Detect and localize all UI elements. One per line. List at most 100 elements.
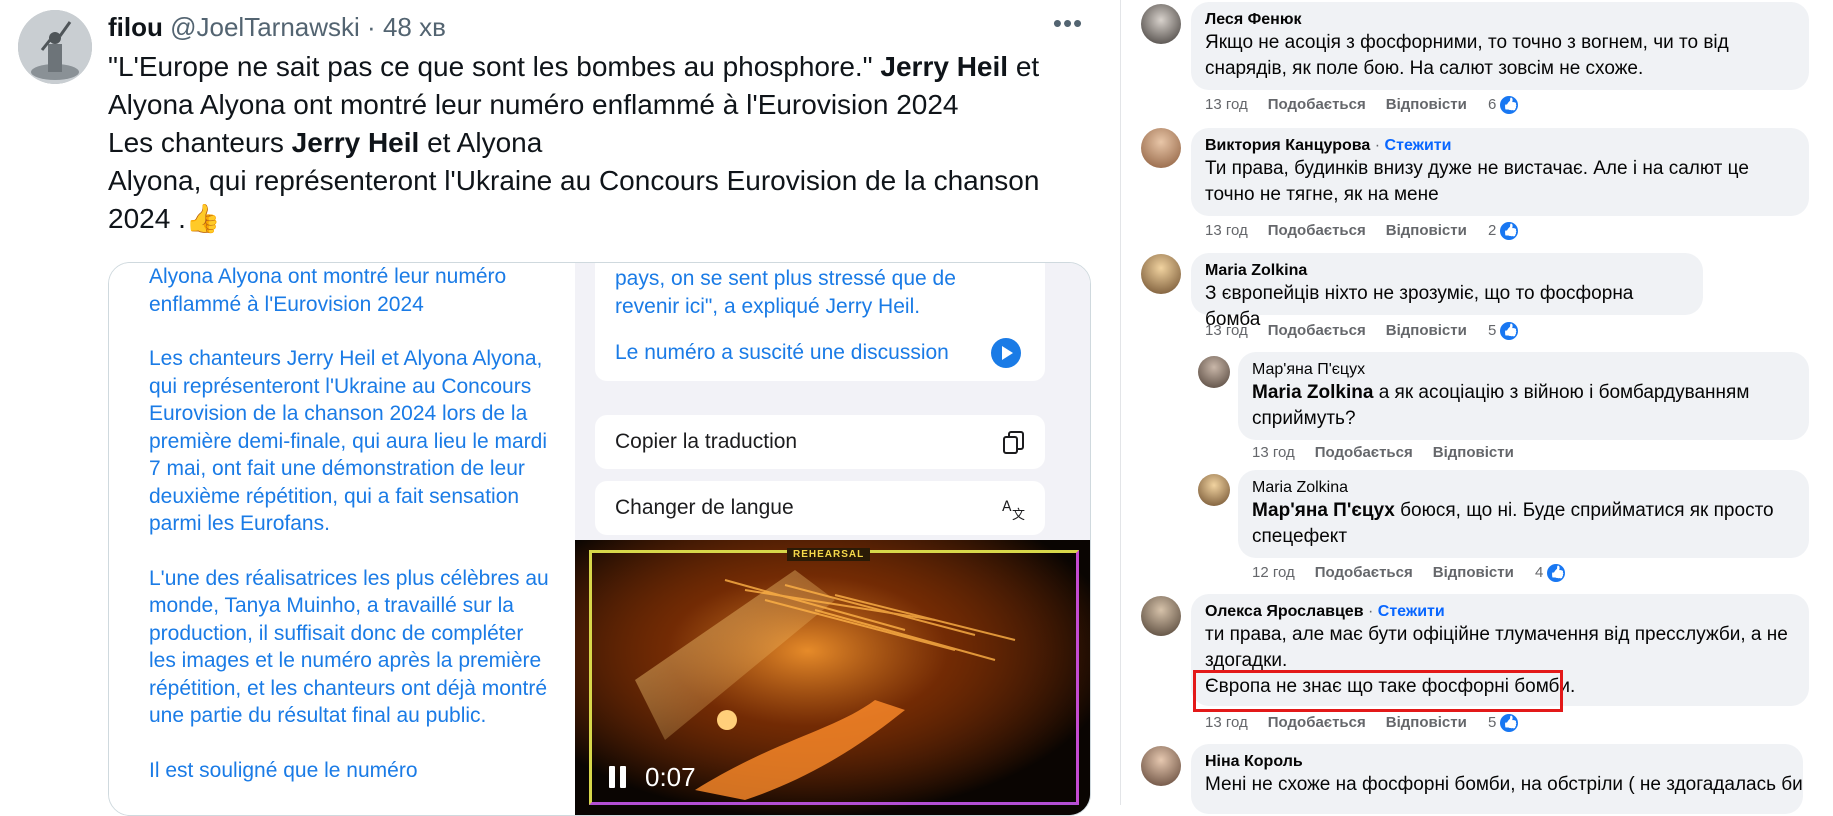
tweet-handle[interactable]: @JoelTarnawski: [170, 12, 360, 42]
like-reaction-icon: [1498, 220, 1521, 243]
reply-bubble: Maria Zolkina Мар'яна П'єцух боюся, що н…: [1238, 470, 1809, 558]
tweet-media-image[interactable]: Alyona Alyona ont montré leur numéro enf…: [108, 262, 1091, 816]
comment-actions: 13 год Подобається Відповісти: [1205, 320, 1487, 342]
translation-card: pays, on se sent plus stressé que de rev…: [595, 263, 1045, 381]
tweet-line-2: Alyona Alyona ont montré leur numéro enf…: [108, 89, 959, 120]
tweet-line-1-bold: Jerry Heil: [880, 51, 1009, 82]
comment-text: Мені не схоже на фосфорні бомби, на обст…: [1205, 774, 1803, 795]
video-time: 0:07: [645, 762, 696, 792]
panel-divider: [1120, 0, 1121, 805]
comment-text: Ти права, будинків внизу дуже не вистача…: [1205, 158, 1749, 205]
comment-time[interactable]: 13 год: [1205, 322, 1248, 339]
tweet-display-name[interactable]: filou: [108, 12, 163, 42]
reaction-count[interactable]: 5: [1488, 712, 1521, 735]
avatar[interactable]: [1141, 4, 1181, 44]
comment-author[interactable]: Maria Zolkina: [1205, 261, 1689, 281]
like-button[interactable]: Подобається: [1268, 714, 1366, 731]
mention-link[interactable]: Мар'яна П'єцух: [1252, 500, 1395, 521]
tweet-line-3: Les chanteurs Jerry Heil et Alyona: [108, 124, 1108, 162]
separator: ·: [1374, 137, 1381, 154]
tweet-panel: filou @JoelTarnawski · 48 хв ••• "L'Euro…: [0, 0, 1120, 816]
media-paragraph-1: Alyona Alyona ont montré leur numéro enf…: [149, 265, 507, 316]
media-translation-panel: pays, on se sent plus stressé que de rev…: [575, 263, 1090, 815]
avatar[interactable]: [1141, 254, 1181, 294]
comment-author[interactable]: Леся Фенюк: [1205, 10, 1795, 30]
comment-bubble: Maria Zolkina З європейців ніхто не зроз…: [1191, 253, 1703, 330]
comment-bubble: Ніна Король Мені не схоже на фосфорні бо…: [1191, 744, 1803, 814]
comment-header: Виктория Канцурова · Стежити: [1205, 136, 1795, 156]
comment-actions: 13 год Подобається Відповісти: [1205, 94, 1487, 116]
comment-actions: 12 год Подобається Відповісти: [1252, 562, 1534, 584]
avatar[interactable]: [1141, 596, 1181, 636]
like-button[interactable]: Подобається: [1268, 222, 1366, 239]
avatar[interactable]: [1141, 128, 1181, 168]
reply-button[interactable]: Відповісти: [1433, 564, 1514, 581]
avatar[interactable]: [1141, 746, 1181, 786]
comment-text: Мар'яна П'єцух боюся, що ні. Буде сприйм…: [1252, 498, 1795, 550]
comment-time[interactable]: 13 год: [1252, 444, 1295, 461]
like-button[interactable]: Подобається: [1268, 322, 1366, 339]
comment-time[interactable]: 13 год: [1205, 714, 1248, 731]
reply-button[interactable]: Відповісти: [1386, 714, 1467, 731]
reaction-count[interactable]: 5: [1488, 320, 1521, 343]
reaction-number: 4: [1535, 564, 1544, 581]
tweet-avatar[interactable]: [18, 10, 92, 84]
highlight-box: [1193, 670, 1563, 712]
svg-text:文: 文: [1012, 508, 1025, 521]
reaction-number: 2: [1488, 222, 1497, 239]
media-paragraph-3: L'une des réalisatrices les plus célèbre…: [149, 566, 549, 728]
comment-header: Олекса Ярославцев · Стежити: [1205, 602, 1795, 622]
like-reaction-icon: [1498, 712, 1521, 735]
comment-time[interactable]: 13 год: [1205, 96, 1248, 113]
copy-translation-item[interactable]: Copier la traduction: [595, 415, 1045, 469]
reaction-count[interactable]: 6: [1488, 94, 1521, 117]
play-icon[interactable]: [991, 338, 1021, 368]
reply-button[interactable]: Відповісти: [1386, 96, 1467, 113]
media-paragraph-2: Les chanteurs Jerry Heil et Alyona Alyon…: [149, 347, 548, 535]
comment-time[interactable]: 12 год: [1252, 564, 1295, 581]
comment-bubble: Леся Фенюк Якщо не асоція з фосфорними, …: [1191, 2, 1809, 90]
like-reaction-icon: [1498, 94, 1521, 117]
tweet-separator: ·: [367, 12, 376, 42]
like-button[interactable]: Подобається: [1315, 564, 1413, 581]
copy-icon: [1003, 431, 1024, 454]
comment-author[interactable]: Maria Zolkina: [1252, 478, 1795, 498]
avatar[interactable]: [1198, 474, 1230, 506]
comment-actions: 13 год Подобається Відповісти: [1252, 442, 1534, 464]
reaction-count[interactable]: 2: [1488, 220, 1521, 243]
translate-icon: A文: [1002, 499, 1025, 521]
reaction-number: 6: [1488, 96, 1497, 113]
comment-actions: 13 год Подобається Відповісти: [1205, 712, 1487, 734]
tweet-line-3-post: et Alyona: [419, 127, 543, 158]
comment-time[interactable]: 13 год: [1205, 222, 1248, 239]
comment-author[interactable]: Мар'яна П'єцух: [1252, 360, 1795, 380]
reply-button[interactable]: Відповісти: [1433, 444, 1514, 461]
like-button[interactable]: Подобається: [1315, 444, 1413, 461]
tweet-time[interactable]: 48 хв: [383, 12, 446, 42]
follow-button[interactable]: Стежити: [1385, 137, 1452, 154]
media-paragraph-4: Il est souligné que le numéro: [149, 758, 418, 782]
video-player[interactable]: REHEARSAL 0:07: [575, 540, 1090, 815]
follow-button[interactable]: Стежити: [1378, 603, 1445, 620]
pause-icon[interactable]: [609, 766, 629, 788]
avatar[interactable]: [1198, 356, 1230, 388]
mention-link[interactable]: Maria Zolkina: [1252, 382, 1373, 403]
video-badge: REHEARSAL: [787, 548, 871, 561]
translation-card-link[interactable]: Le numéro a suscité une discussion: [615, 341, 949, 365]
comment-actions: 13 год Подобається Відповісти: [1205, 220, 1487, 242]
like-reaction-icon: [1545, 562, 1568, 585]
comment-author[interactable]: Ніна Король: [1205, 752, 1789, 772]
tweet-line-1-post: et: [1008, 51, 1040, 82]
media-article-text: Alyona Alyona ont montré leur numéro enf…: [109, 263, 575, 815]
comment-text: Якщо не асоція з фосфорними, то точно з …: [1205, 32, 1729, 79]
change-language-item[interactable]: Changer de langue A文: [595, 481, 1045, 535]
comment-author[interactable]: Виктория Канцурова: [1205, 137, 1370, 154]
reply-button[interactable]: Відповісти: [1386, 222, 1467, 239]
comment-author[interactable]: Олекса Ярославцев: [1205, 603, 1364, 620]
tweet-line-3-bold: Jerry Heil: [291, 127, 420, 158]
reaction-number: 5: [1488, 714, 1497, 731]
reply-button[interactable]: Відповісти: [1386, 322, 1467, 339]
like-button[interactable]: Подобається: [1268, 96, 1366, 113]
reaction-count[interactable]: 4: [1535, 562, 1568, 585]
more-options-icon[interactable]: •••: [1048, 10, 1088, 40]
